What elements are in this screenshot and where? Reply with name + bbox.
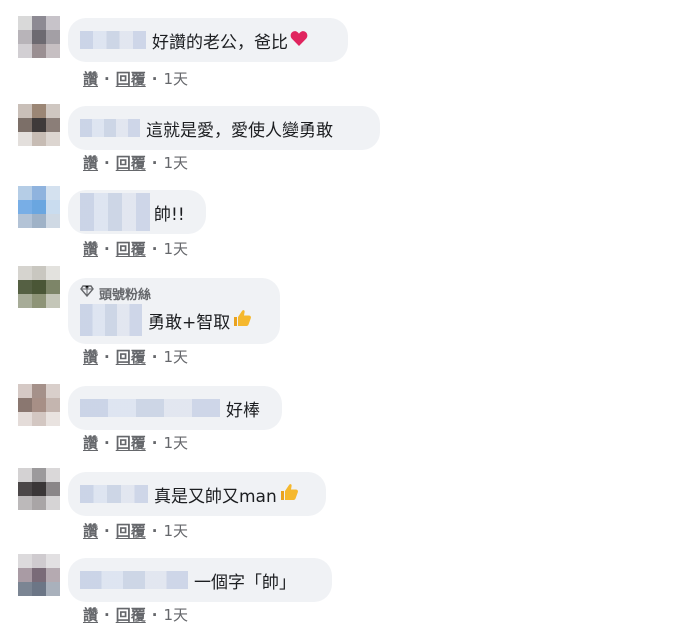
reply-link[interactable]: 回覆: [116, 238, 146, 259]
comment-actions: 讚 · 回覆 · 1天: [83, 238, 188, 259]
comment-text: 好棒: [226, 400, 260, 421]
separator: ·: [104, 605, 110, 624]
comment-text: 好讚的老公，爸比: [152, 32, 288, 53]
comment-text: 勇敢+智取: [148, 312, 231, 333]
reply-link[interactable]: 回覆: [116, 346, 146, 367]
timestamp[interactable]: 1天: [163, 346, 188, 367]
reply-link[interactable]: 回覆: [116, 152, 146, 173]
like-link[interactable]: 讚: [83, 432, 98, 453]
comment-bubble: 一個字「帥」: [68, 558, 332, 602]
timestamp[interactable]: 1天: [163, 152, 188, 173]
diamond-icon: [80, 285, 94, 301]
separator: ·: [151, 153, 158, 172]
comment-bubble: 這就是愛，愛使人變勇敢: [68, 106, 380, 150]
separator: ·: [151, 239, 158, 258]
reply-link[interactable]: 回覆: [116, 68, 146, 89]
comment-text: 帥!!: [154, 204, 185, 225]
top-fan-badge[interactable]: 頭號粉絲: [80, 284, 266, 303]
separator: ·: [151, 347, 158, 366]
author-name-blurred[interactable]: [80, 571, 188, 589]
reply-link[interactable]: 回覆: [116, 604, 146, 625]
like-link[interactable]: 讚: [83, 346, 98, 367]
separator: ·: [151, 605, 158, 624]
heart-icon: [290, 30, 308, 51]
like-link[interactable]: 讚: [83, 152, 98, 173]
separator: ·: [151, 433, 158, 452]
author-name-blurred[interactable]: [80, 485, 148, 503]
comment-actions: 讚 · 回覆 · 1天: [83, 432, 188, 453]
comment-actions: 讚 · 回覆 · 1天: [83, 152, 188, 173]
timestamp[interactable]: 1天: [163, 68, 188, 89]
separator: ·: [104, 69, 110, 88]
separator: ·: [104, 153, 110, 172]
avatar[interactable]: [18, 266, 60, 308]
like-link[interactable]: 讚: [83, 520, 98, 541]
timestamp[interactable]: 1天: [163, 604, 188, 625]
comment-text: 真是又帥又man: [154, 486, 277, 507]
comment-actions: 讚 · 回覆 · 1天: [83, 68, 188, 89]
comment-actions: 讚 · 回覆 · 1天: [83, 346, 188, 367]
comment-bubble: 好讚的老公，爸比: [68, 18, 348, 62]
avatar[interactable]: [18, 104, 60, 146]
comment-text: 這就是愛，愛使人變勇敢: [146, 120, 333, 141]
author-name-blurred[interactable]: [80, 193, 150, 231]
reply-link[interactable]: 回覆: [116, 520, 146, 541]
separator: ·: [104, 347, 110, 366]
author-name-blurred[interactable]: [80, 31, 146, 49]
avatar[interactable]: [18, 554, 60, 596]
separator: ·: [151, 521, 158, 540]
separator: ·: [104, 433, 110, 452]
separator: ·: [151, 69, 158, 88]
like-link[interactable]: 讚: [83, 238, 98, 259]
author-name-blurred[interactable]: [80, 119, 140, 137]
timestamp[interactable]: 1天: [163, 520, 188, 541]
avatar[interactable]: [18, 16, 60, 58]
comment-text: 一個字「帥」: [194, 572, 296, 593]
timestamp[interactable]: 1天: [163, 238, 188, 259]
avatar[interactable]: [18, 468, 60, 510]
thumbs-up-icon: [279, 483, 299, 505]
reply-link[interactable]: 回覆: [116, 432, 146, 453]
separator: ·: [104, 521, 110, 540]
like-link[interactable]: 讚: [83, 604, 98, 625]
comment-bubble: 好棒: [68, 386, 282, 430]
timestamp[interactable]: 1天: [163, 432, 188, 453]
author-name-blurred[interactable]: [80, 304, 142, 336]
comment-bubble: 頭號粉絲 勇敢+智取: [68, 278, 280, 344]
comment-actions: 讚 · 回覆 · 1天: [83, 604, 188, 625]
avatar[interactable]: [18, 384, 60, 426]
badge-label: 頭號粉絲: [99, 287, 152, 303]
comment-bubble: 帥!!: [68, 190, 206, 234]
comment-actions: 讚 · 回覆 · 1天: [83, 520, 188, 541]
separator: ·: [104, 239, 110, 258]
comment-bubble: 真是又帥又man: [68, 472, 326, 516]
author-name-blurred[interactable]: [80, 399, 220, 417]
avatar[interactable]: [18, 186, 60, 228]
thumbs-up-icon: [232, 309, 252, 331]
like-link[interactable]: 讚: [83, 68, 98, 89]
